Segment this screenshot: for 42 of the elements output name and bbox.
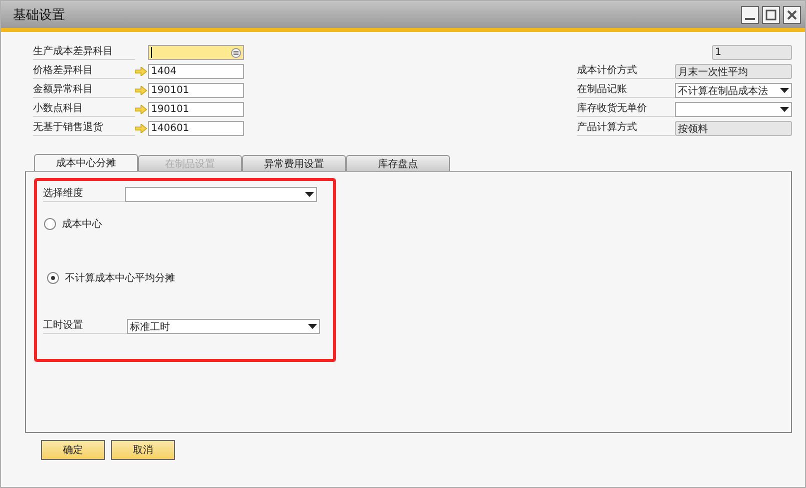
- dialog-button[interactable]: 确定: [41, 440, 105, 460]
- tab[interactable]: 异常费用设置: [242, 155, 346, 171]
- dropdown-arrow-icon: [780, 107, 789, 112]
- input-field[interactable]: 140601: [148, 121, 244, 136]
- dropdown[interactable]: 标准工时: [127, 319, 320, 334]
- readonly-field: 1: [712, 45, 792, 60]
- radio-button[interactable]: [47, 272, 59, 284]
- field-label: 小数点科目: [33, 102, 135, 117]
- field-label: 价格差异科目: [33, 64, 135, 79]
- dropdown-arrow-icon: [780, 88, 789, 93]
- link-arrow-icon[interactable]: [135, 67, 147, 76]
- dialog-button[interactable]: 取消: [111, 440, 175, 460]
- dropdown[interactable]: [125, 187, 317, 202]
- radio-label: 成本中心: [62, 218, 102, 231]
- field-label: 无基于销售退货: [33, 121, 135, 136]
- minimize-button[interactable]: [741, 6, 759, 24]
- dropdown[interactable]: [675, 102, 792, 117]
- readonly-field: 按领料: [675, 121, 792, 136]
- link-arrow-icon[interactable]: [135, 124, 147, 133]
- radio-label: 不计算成本中心平均分摊: [65, 272, 175, 285]
- window-title: 基础设置: [13, 6, 65, 24]
- dropdown[interactable]: 不计算在制品成本法: [675, 83, 792, 98]
- maximize-icon: [765, 8, 777, 20]
- link-arrow-icon[interactable]: [135, 105, 147, 114]
- readonly-field: 月末一次性平均: [675, 64, 792, 79]
- field-label: 金额异常科目: [33, 83, 135, 98]
- minimize-icon: [745, 18, 755, 20]
- maximize-button[interactable]: [762, 6, 780, 24]
- list-icon[interactable]: [231, 48, 241, 58]
- dropdown-arrow-icon: [308, 324, 317, 329]
- input-field[interactable]: [148, 45, 244, 60]
- dropdown-arrow-icon: [305, 192, 314, 197]
- tab[interactable]: 成本中心分摊: [34, 154, 138, 171]
- tab[interactable]: 库存盘点: [346, 155, 450, 171]
- input-field[interactable]: 1404: [148, 64, 244, 79]
- input-field[interactable]: 190101: [148, 83, 244, 98]
- close-button[interactable]: [783, 6, 801, 24]
- field-label: 生产成本差异科目: [33, 45, 135, 60]
- close-icon: [786, 8, 798, 20]
- link-arrow-icon[interactable]: [135, 86, 147, 95]
- radio-button[interactable]: [44, 218, 56, 230]
- input-field[interactable]: 190101: [148, 102, 244, 117]
